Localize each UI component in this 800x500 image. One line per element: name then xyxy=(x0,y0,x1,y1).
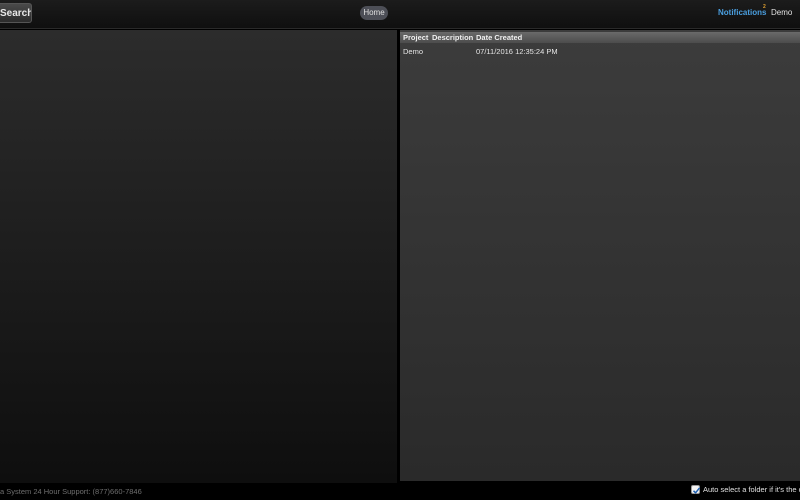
project-date-cell: 07/11/2016 12:35:24 PM xyxy=(476,47,558,56)
column-header-date-created[interactable]: Date Created xyxy=(476,32,522,43)
folder-tree-panel xyxy=(0,30,397,483)
projects-table-header: Project Description Date Created xyxy=(400,32,800,43)
support-text: a System 24 Hour Support: (877)660-7846 xyxy=(0,487,142,496)
table-row[interactable]: Demo 07/11/2016 12:35:24 PM xyxy=(400,46,800,58)
notifications-link[interactable]: Notifications xyxy=(718,8,766,17)
search-button[interactable]: Search xyxy=(0,3,32,23)
project-name-cell: Demo xyxy=(403,47,424,56)
checkmark-icon xyxy=(692,487,701,494)
projects-panel: Project Description Date Created Demo 07… xyxy=(400,30,800,481)
notifications-count-badge: 2 xyxy=(763,4,766,10)
top-toolbar: Search Home Notifications 2 Demo xyxy=(0,0,800,29)
home-button[interactable]: Home xyxy=(360,6,388,20)
auto-select-option[interactable]: Auto select a folder if it's the c xyxy=(691,484,800,496)
column-header-description[interactable]: Description xyxy=(432,32,473,43)
status-footer: a System 24 Hour Support: (877)660-7846 … xyxy=(0,483,800,500)
auto-select-checkbox[interactable] xyxy=(691,485,701,494)
column-header-project[interactable]: Project xyxy=(403,32,428,43)
auto-select-label: Auto select a folder if it's the c xyxy=(703,485,800,494)
user-menu[interactable]: Demo xyxy=(771,8,792,17)
